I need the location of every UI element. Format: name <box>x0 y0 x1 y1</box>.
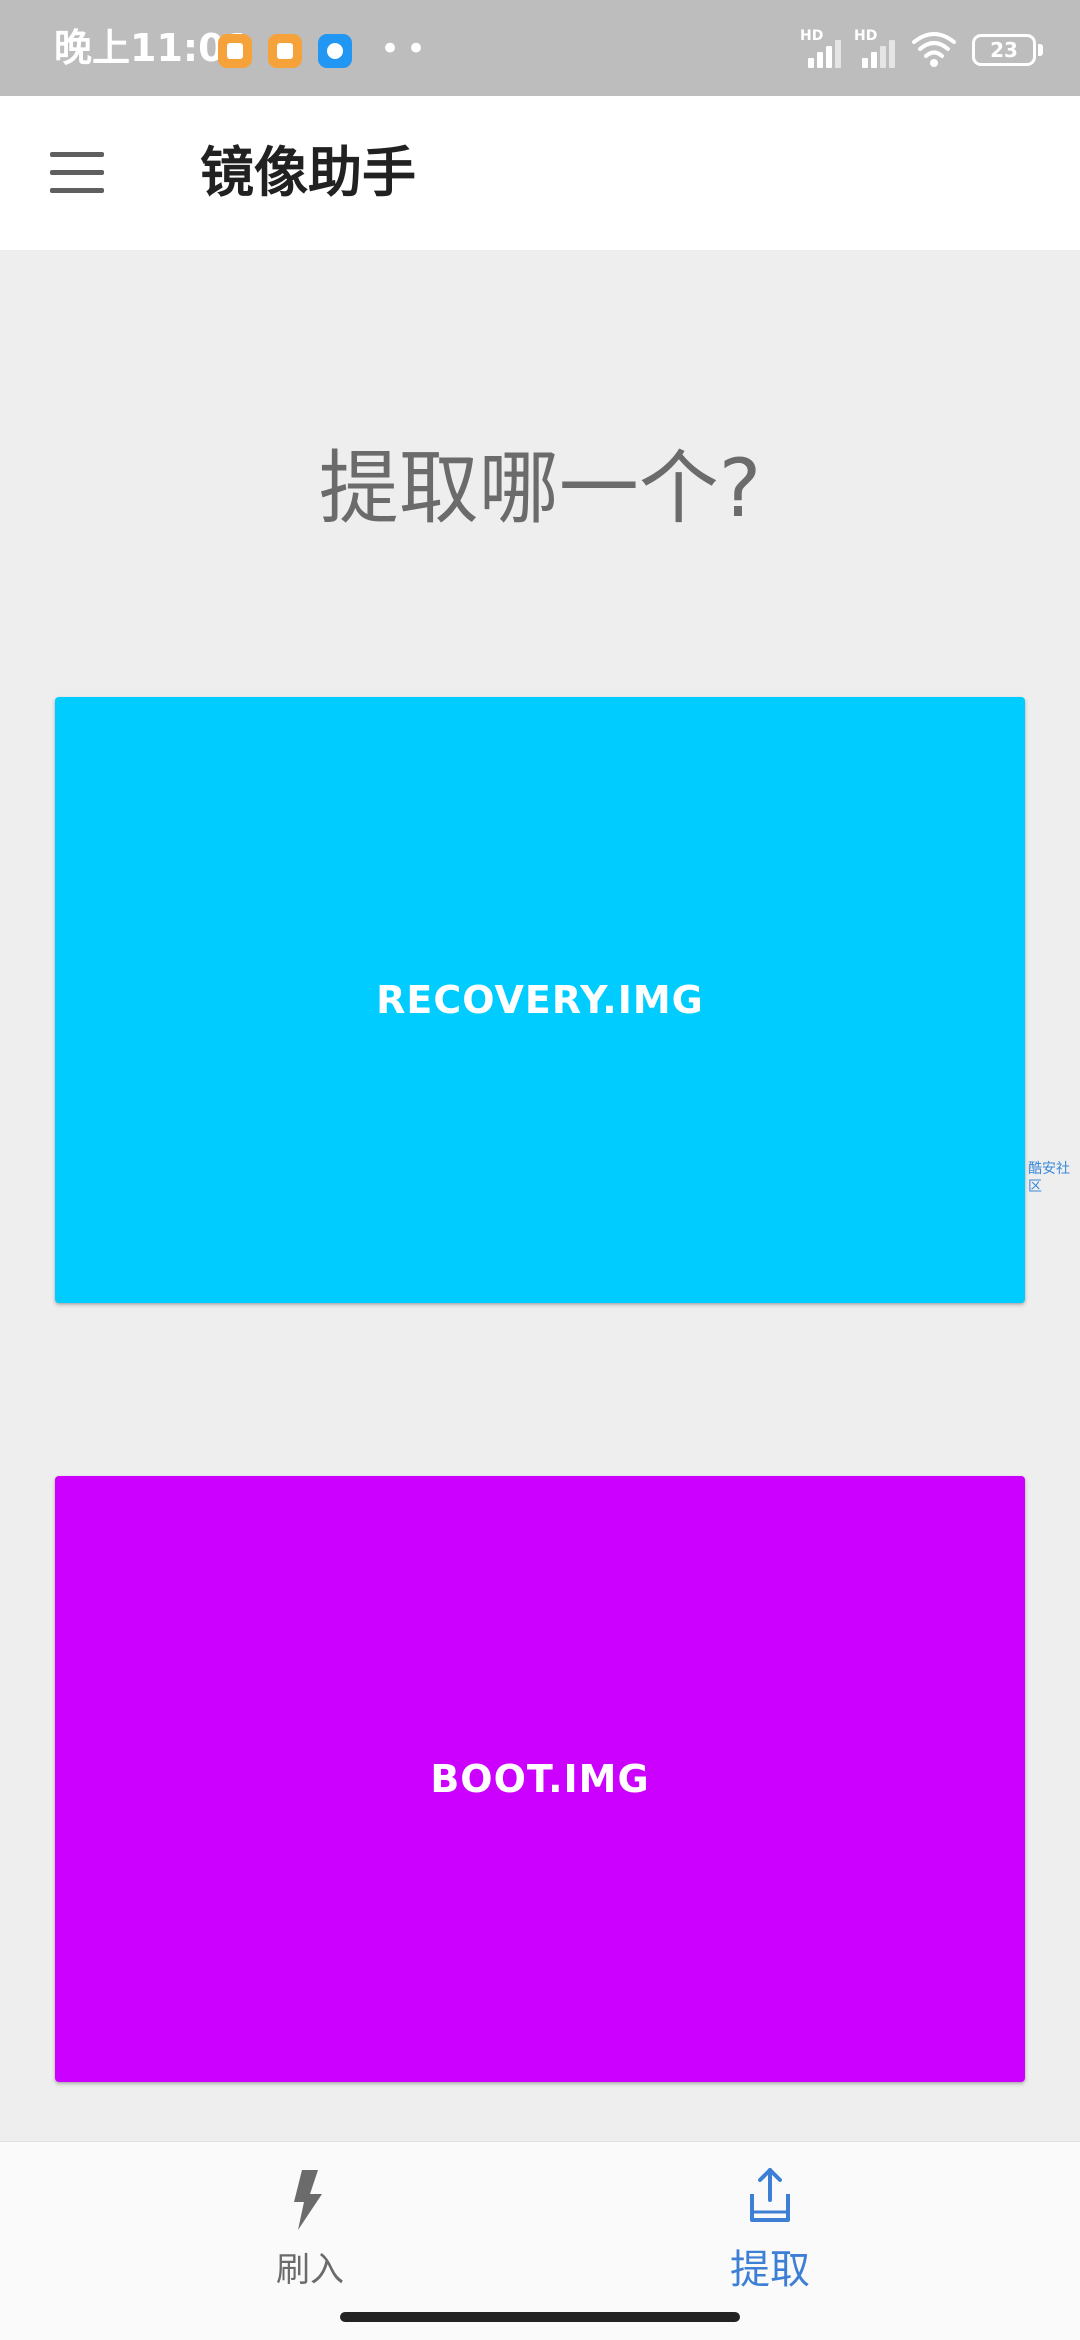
nav-item-extract[interactable]: 提取 <box>500 2142 1040 2322</box>
app-bar: 镜像助手 <box>0 96 1080 250</box>
signal-strength-icon: HD <box>800 28 846 68</box>
screen: 晚上11:01 •• HD HD 23 镜像助手 提取哪一个? RECOVERY… <box>0 0 1080 2340</box>
recovery-img-button[interactable]: RECOVERY.IMG <box>55 697 1025 1303</box>
watermark-text: 酷安社区 <box>1028 1161 1070 1195</box>
battery-tip <box>1038 44 1043 56</box>
notification-chat-icon <box>318 34 352 68</box>
boot-img-button[interactable]: BOOT.IMG <box>55 1476 1025 2082</box>
nav-label-flash: 刷入 <box>276 2250 344 2290</box>
battery-level: 23 <box>990 38 1018 62</box>
recovery-img-label: RECOVERY.IMG <box>376 978 704 1022</box>
home-indicator[interactable] <box>340 2312 740 2322</box>
hd-label: HD <box>854 28 878 44</box>
more-notifications-indicator: •• <box>380 29 433 69</box>
hd-label: HD <box>800 28 824 44</box>
signal-strength-icon: HD <box>854 28 900 68</box>
app-title: 镜像助手 <box>200 141 416 204</box>
nav-item-flash[interactable]: 刷入 <box>40 2142 580 2322</box>
notification-app-icon <box>268 34 302 68</box>
battery-icon: 23 <box>972 34 1036 66</box>
notification-app-icon <box>218 34 252 68</box>
boot-img-label: BOOT.IMG <box>430 1757 650 1801</box>
lightning-bolt-icon <box>294 2170 322 2230</box>
nav-label-extract: 提取 <box>730 2247 810 2293</box>
upload-tray-icon <box>750 2168 790 2222</box>
extract-prompt: 提取哪一个? <box>318 442 762 535</box>
menu-button[interactable] <box>30 126 124 220</box>
wifi-icon <box>912 32 956 67</box>
bottom-navigation: 刷入 提取 <box>0 2141 1080 2340</box>
status-bar: 晚上11:01 •• HD HD 23 <box>0 0 1080 96</box>
